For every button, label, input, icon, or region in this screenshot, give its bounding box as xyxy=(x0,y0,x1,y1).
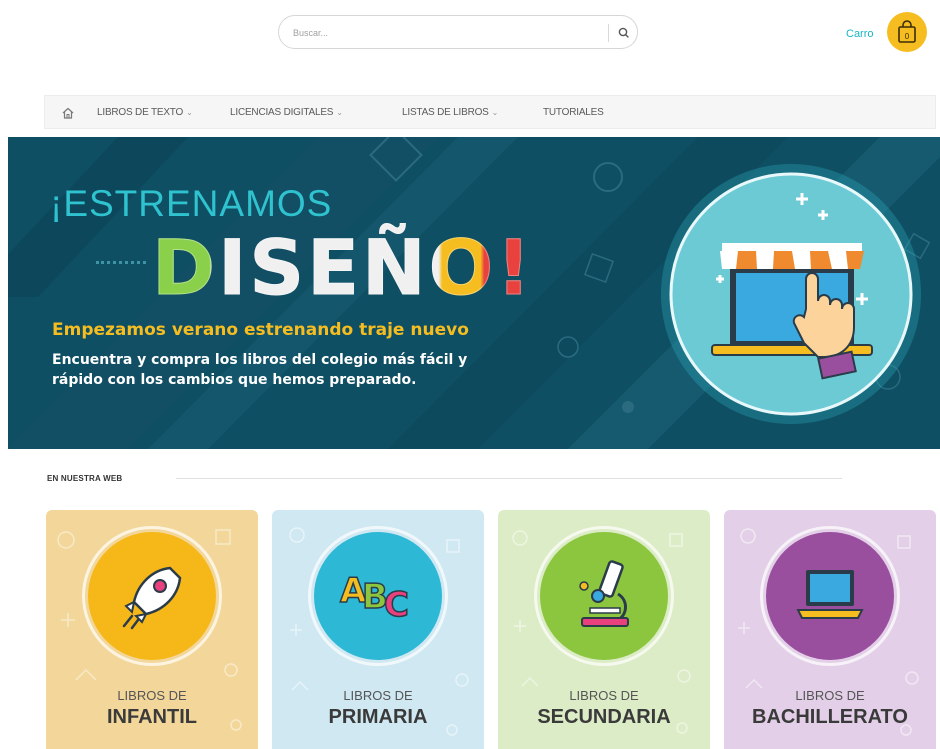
nav-item-listas-de-libros[interactable]: LISTAS DE LIBROS ⌄ xyxy=(402,107,498,118)
card-label-main: INFANTIL xyxy=(107,706,197,728)
main-nav: LIBROS DE TEXTO ⌄ LICENCIAS DIGITALES ⌄ LI… xyxy=(44,95,936,129)
nav-item-tutoriales[interactable]: TUTORIALES xyxy=(543,107,604,118)
search-input[interactable] xyxy=(293,25,593,41)
search-button[interactable] xyxy=(615,24,633,42)
chevron-down-icon: ⌄ xyxy=(186,108,193,117)
home-link[interactable] xyxy=(61,106,75,120)
cart-button[interactable]: 0 xyxy=(887,12,927,52)
card-label-main: PRIMARIA xyxy=(328,706,428,728)
hero-subtitle: Empezamos verano estrenando traje nuevo xyxy=(52,320,469,340)
rocket-icon xyxy=(122,566,182,630)
nav-item-libros-de-texto[interactable]: LIBROS DE TEXTO ⌄ xyxy=(97,107,193,118)
svg-text:C: C xyxy=(384,585,409,625)
shopping-bag-icon: 0 xyxy=(898,20,916,43)
laptop-icon xyxy=(796,570,864,619)
card-label-main: SECUNDARIA xyxy=(537,706,671,728)
nav-item-label: LICENCIAS DIGITALES xyxy=(230,107,334,118)
card-label-main: BACHILLERATO xyxy=(752,706,908,728)
hero-dots-decoration xyxy=(96,261,146,264)
cart-label[interactable]: Carro xyxy=(846,28,874,40)
hero-banner[interactable]: ¡ESTRENAMOS DISEÑO! Empezamos verano est… xyxy=(8,137,940,449)
microscope-icon xyxy=(579,560,629,627)
card-libros-primaria[interactable]: A B C LIBROS DE PRIMARIA xyxy=(272,510,484,749)
search-bar xyxy=(278,15,638,49)
card-label-top: LIBROS DE xyxy=(117,688,187,703)
nav-item-label: LIBROS DE TEXTO xyxy=(97,107,184,118)
nav-item-label: LISTAS DE LIBROS xyxy=(402,107,489,118)
cart-count: 0 xyxy=(905,32,910,41)
home-icon xyxy=(62,107,74,119)
card-label-top: LIBROS DE xyxy=(343,688,413,703)
online-shop-illustration xyxy=(661,164,921,424)
hero-title-line-1: ¡ESTRENAMOS xyxy=(50,183,333,224)
nav-item-label: TUTORIALES xyxy=(543,107,604,118)
card-libros-secundaria[interactable]: LIBROS DE SECUNDARIA xyxy=(498,510,710,749)
abc-icon: A B C xyxy=(339,570,409,626)
hero-text: Encuentra y compra los libros del colegi… xyxy=(52,352,468,388)
section-title: EN NUESTRA WEB xyxy=(47,474,123,483)
nav-item-licencias-digitales[interactable]: LICENCIAS DIGITALES ⌄ xyxy=(230,107,343,118)
search-divider xyxy=(608,24,609,42)
chevron-down-icon: ⌄ xyxy=(336,108,343,117)
chevron-down-icon: ⌄ xyxy=(491,108,499,117)
card-label-top: LIBROS DE xyxy=(569,688,639,703)
search-icon xyxy=(618,27,629,38)
card-libros-bachillerato[interactable]: LIBROS DE BACHILLERATO xyxy=(724,510,936,749)
card-libros-infantil[interactable]: LIBROS DE INFANTIL xyxy=(46,510,258,749)
section-divider xyxy=(176,478,842,479)
card-label-top: LIBROS DE xyxy=(795,688,865,703)
hero-title-line-2: DISEÑO! xyxy=(152,223,534,313)
